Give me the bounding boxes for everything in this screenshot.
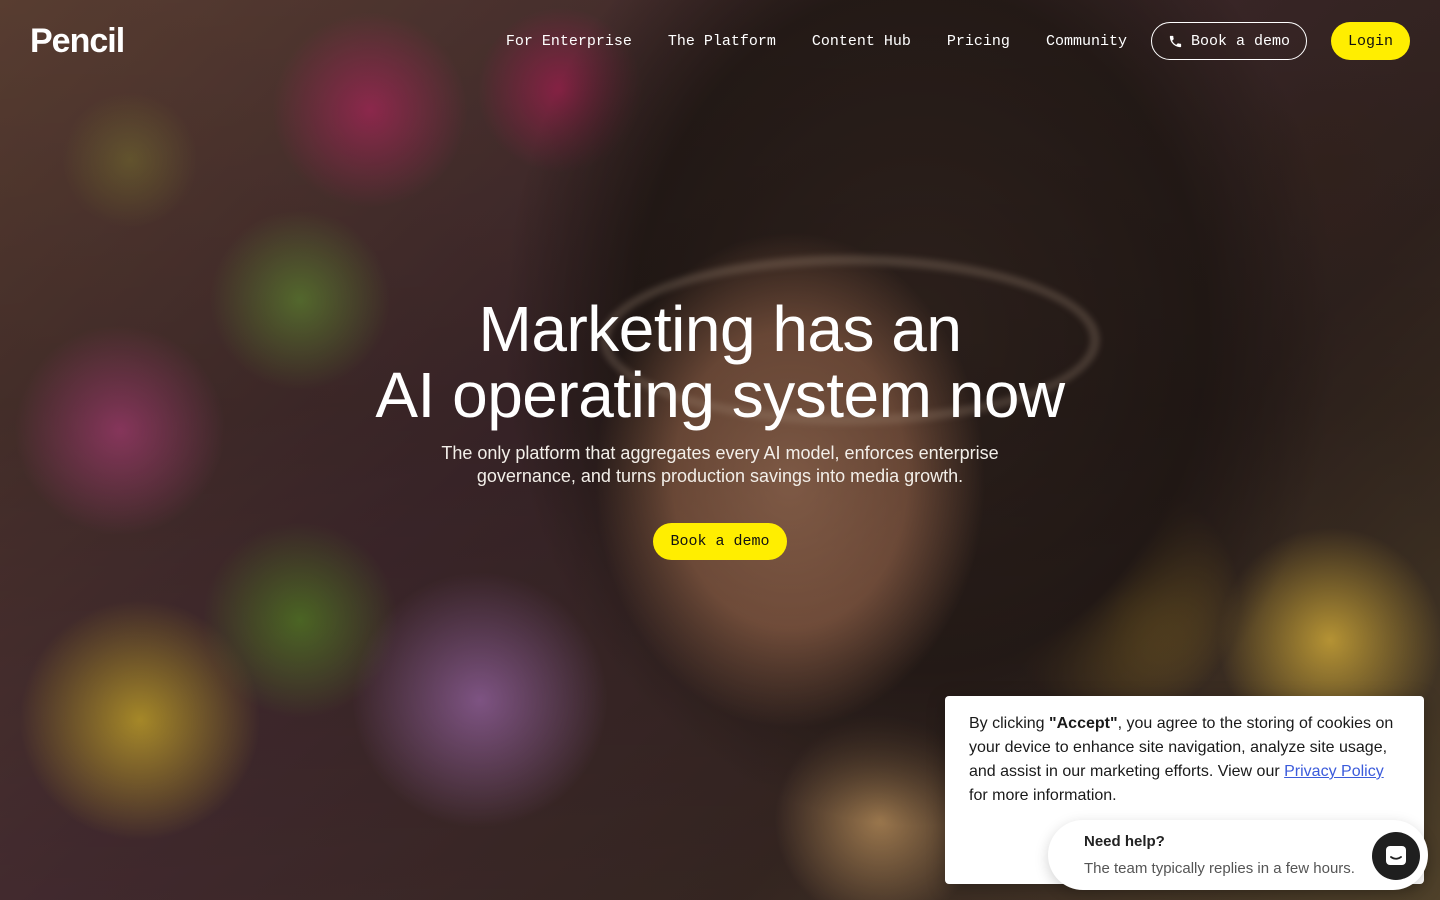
hero-title-line-1: Marketing has an: [478, 293, 962, 365]
nav-item-pricing[interactable]: Pricing: [947, 33, 1010, 50]
nav-item-community[interactable]: Community: [1046, 33, 1127, 50]
hero-title: Marketing has an AI operating system now: [0, 296, 1440, 428]
chat-icon: [1386, 846, 1406, 865]
hero-subtitle-line-1: The only platform that aggregates every …: [441, 443, 999, 463]
main-nav: For Enterprise The Platform Content Hub …: [506, 22, 1410, 60]
hero-section: Marketing has an AI operating system now…: [0, 296, 1440, 560]
site-header: Pencil For Enterprise The Platform Conte…: [0, 0, 1440, 82]
cookie-consent-text: By clicking "Accept", you agree to the s…: [969, 712, 1400, 808]
cookie-text-before: By clicking: [969, 715, 1050, 732]
chat-launcher-button[interactable]: [1372, 832, 1420, 880]
hero-subtitle: The only platform that aggregates every …: [420, 442, 1020, 488]
phone-icon: [1169, 35, 1182, 47]
cookie-accept-emphasis: "Accept": [1049, 715, 1118, 732]
nav-item-for-enterprise[interactable]: For Enterprise: [506, 33, 632, 50]
nav-item-the-platform[interactable]: The Platform: [668, 33, 776, 50]
privacy-policy-link[interactable]: Privacy Policy: [1284, 763, 1384, 780]
nav-item-content-hub[interactable]: Content Hub: [812, 33, 911, 50]
book-demo-hero-button[interactable]: Book a demo: [653, 523, 787, 560]
hero-subtitle-line-2: governance, and turns production savings…: [476, 466, 964, 486]
cookie-text-end: for more information.: [969, 787, 1117, 804]
chat-help-bubble[interactable]: Need help? The team typically replies in…: [1048, 820, 1428, 890]
book-demo-header-label: Book a demo: [1190, 32, 1290, 50]
pencil-logo[interactable]: Pencil: [30, 22, 125, 61]
hero-title-line-2: AI operating system now: [375, 359, 1065, 431]
book-demo-header-button[interactable]: Book a demo: [1150, 22, 1307, 60]
login-button[interactable]: Login: [1330, 22, 1410, 60]
